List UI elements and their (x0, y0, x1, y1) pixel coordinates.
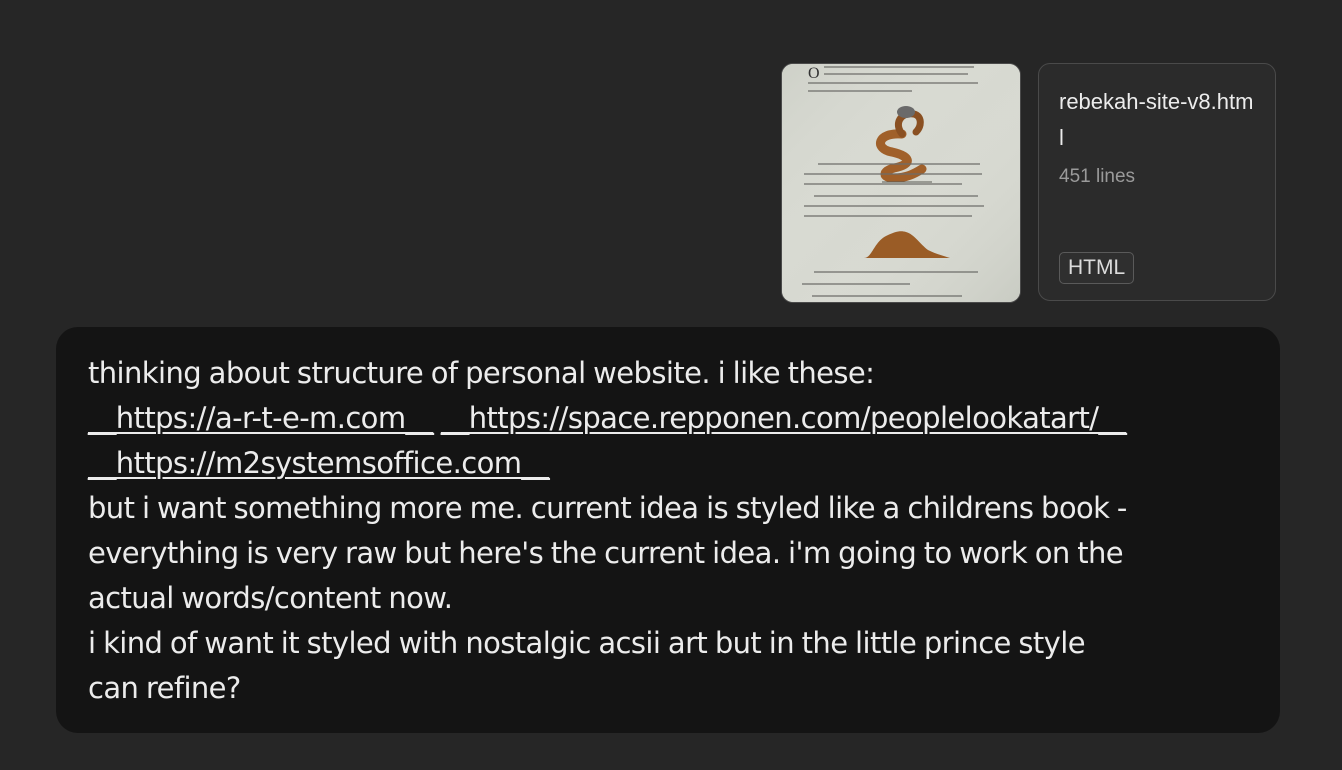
book-page-image-attachment[interactable]: O (781, 63, 1021, 303)
user-message-bubble: thinking about structure of personal web… (56, 327, 1280, 733)
svg-text:O: O (808, 65, 820, 82)
message-line: actual words/content now. (88, 581, 453, 615)
chat-page: O rebekah-site-v8.html 451 lines HTML th… (0, 0, 1342, 770)
message-line: i kind of want it styled with nostalgic … (88, 626, 1086, 660)
link-m2systemsoffice[interactable]: __https://m2systemsoffice.com__ (88, 446, 550, 480)
message-text: thinking about structure of personal web… (88, 351, 1248, 711)
book-page-illustration: O (782, 64, 1020, 302)
message-intro: thinking about structure of personal web… (88, 356, 875, 390)
message-line: can refine? (88, 671, 241, 705)
link-artem[interactable]: __https://a-r-t-e-m.com__ (88, 401, 434, 435)
link-repponen[interactable]: __https://space.repponen.com/peoplelooka… (441, 401, 1127, 435)
message-line: but i want something more me. current id… (88, 491, 1127, 525)
attachments-row: O rebekah-site-v8.html 451 lines HTML (781, 63, 1276, 303)
html-file-attachment[interactable]: rebekah-site-v8.html 451 lines HTML (1038, 63, 1276, 301)
message-line: everything is very raw but here's the cu… (88, 536, 1124, 570)
message-link-row-2: __https://m2systemsoffice.com__ (88, 441, 1248, 486)
file-name: rebekah-site-v8.html (1059, 89, 1254, 150)
message-links-row: __https://a-r-t-e-m.com__ __https://spac… (88, 396, 1248, 441)
file-type-badge: HTML (1059, 252, 1135, 284)
file-line-count: 451 lines (1059, 166, 1136, 187)
